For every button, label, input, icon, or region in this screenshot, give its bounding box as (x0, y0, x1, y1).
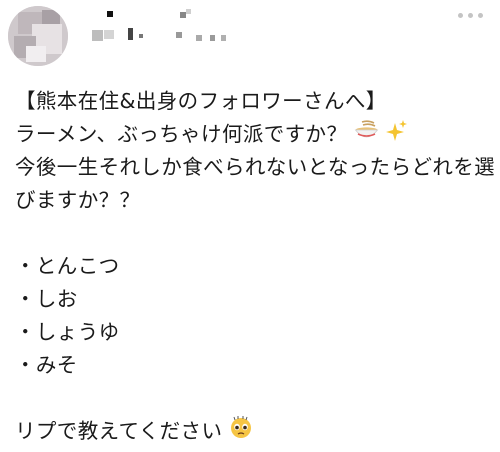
username-blurred[interactable] (92, 8, 242, 48)
more-options-icon[interactable] (458, 13, 483, 18)
post-closing-line: リプで教えてください (15, 415, 495, 448)
sparkles-icon (386, 119, 408, 152)
post-question-line: ラーメン、ぶっちゃけ何派ですか？ (15, 118, 495, 151)
ramen-bowl-icon (354, 119, 379, 152)
post-body: 【熊本在住&出身のフォロワーさんへ】 ラーメン、ぶっちゃけ何派ですか？ 今後一生… (15, 85, 495, 448)
pleading-face-icon (229, 415, 253, 449)
post-heading: 【熊本在住&出身のフォロワーさんへ】 (15, 89, 387, 113)
post-line-4: びますか？？ (15, 188, 141, 212)
post-closing: リプで教えてください (15, 419, 223, 443)
post-question: ラーメン、ぶっちゃけ何派ですか？ (15, 122, 348, 146)
avatar[interactable] (8, 6, 68, 66)
post-line-3: 今後一生それしか食べられないとなったらどれを選 (15, 155, 496, 179)
option-shoyu: ・しょうゆ (15, 320, 120, 344)
option-shio: ・しお (15, 287, 78, 311)
option-tonkotsu: ・とんこつ (15, 254, 120, 278)
option-miso: ・みそ (15, 353, 78, 377)
